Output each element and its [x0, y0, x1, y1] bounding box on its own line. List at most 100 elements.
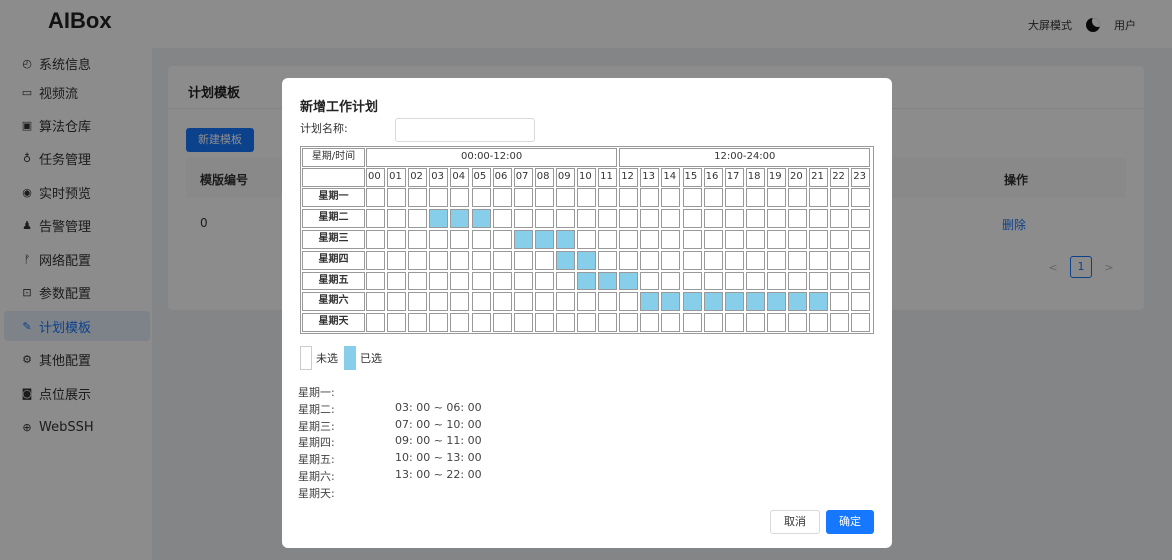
- schedule-cell[interactable]: [830, 271, 850, 291]
- schedule-cell[interactable]: [830, 292, 850, 312]
- schedule-cell[interactable]: [619, 230, 639, 249]
- schedule-cell[interactable]: [619, 292, 639, 312]
- schedule-cell[interactable]: [534, 230, 554, 249]
- schedule-cell[interactable]: [724, 230, 744, 249]
- schedule-cell[interactable]: [703, 292, 723, 312]
- schedule-cell[interactable]: [830, 209, 850, 228]
- schedule-cell[interactable]: [788, 292, 808, 312]
- schedule-cell[interactable]: [830, 313, 850, 332]
- schedule-cell[interactable]: [745, 250, 765, 270]
- schedule-cell[interactable]: [682, 188, 702, 208]
- schedule-cell[interactable]: [387, 292, 407, 312]
- schedule-cell[interactable]: [450, 250, 470, 270]
- schedule-cell[interactable]: [408, 230, 428, 249]
- schedule-cell[interactable]: [555, 230, 575, 249]
- schedule-cell[interactable]: [450, 188, 470, 208]
- schedule-cell[interactable]: [766, 188, 786, 208]
- schedule-cell[interactable]: [809, 250, 829, 270]
- schedule-cell[interactable]: [513, 230, 533, 249]
- schedule-cell[interactable]: [492, 209, 512, 228]
- schedule-cell[interactable]: [598, 250, 618, 270]
- schedule-cell[interactable]: [724, 292, 744, 312]
- schedule-cell[interactable]: [577, 271, 597, 291]
- schedule-cell[interactable]: [703, 313, 723, 332]
- schedule-cell[interactable]: [429, 188, 449, 208]
- schedule-cell[interactable]: [724, 313, 744, 332]
- schedule-cell[interactable]: [471, 313, 491, 332]
- schedule-cell[interactable]: [366, 188, 386, 208]
- schedule-cell[interactable]: [640, 271, 660, 291]
- schedule-cell[interactable]: [640, 313, 660, 332]
- schedule-cell[interactable]: [366, 313, 386, 332]
- schedule-cell[interactable]: [809, 230, 829, 249]
- schedule-cell[interactable]: [513, 313, 533, 332]
- schedule-cell[interactable]: [429, 271, 449, 291]
- schedule-cell[interactable]: [555, 250, 575, 270]
- schedule-cell[interactable]: [661, 313, 681, 332]
- schedule-cell[interactable]: [809, 271, 829, 291]
- schedule-cell[interactable]: [577, 313, 597, 332]
- schedule-cell[interactable]: [450, 230, 470, 249]
- schedule-cell[interactable]: [745, 209, 765, 228]
- schedule-cell[interactable]: [513, 209, 533, 228]
- schedule-cell[interactable]: [745, 313, 765, 332]
- cancel-button[interactable]: 取消: [770, 510, 820, 534]
- schedule-cell[interactable]: [555, 292, 575, 312]
- schedule-cell[interactable]: [788, 250, 808, 270]
- schedule-cell[interactable]: [788, 209, 808, 228]
- schedule-cell[interactable]: [534, 271, 554, 291]
- schedule-cell[interactable]: [366, 271, 386, 291]
- schedule-cell[interactable]: [408, 209, 428, 228]
- schedule-cell[interactable]: [408, 271, 428, 291]
- schedule-cell[interactable]: [598, 292, 618, 312]
- schedule-cell[interactable]: [513, 292, 533, 312]
- schedule-cell[interactable]: [408, 292, 428, 312]
- schedule-cell[interactable]: [661, 250, 681, 270]
- schedule-cell[interactable]: [640, 250, 660, 270]
- schedule-cell[interactable]: [661, 271, 681, 291]
- schedule-cell[interactable]: [851, 292, 871, 312]
- schedule-cell[interactable]: [429, 209, 449, 228]
- schedule-cell[interactable]: [598, 209, 618, 228]
- schedule-cell[interactable]: [387, 250, 407, 270]
- schedule-cell[interactable]: [408, 188, 428, 208]
- schedule-cell[interactable]: [492, 313, 512, 332]
- schedule-cell[interactable]: [851, 188, 871, 208]
- schedule-cell[interactable]: [366, 250, 386, 270]
- schedule-cell[interactable]: [429, 292, 449, 312]
- schedule-cell[interactable]: [534, 250, 554, 270]
- schedule-cell[interactable]: [513, 271, 533, 291]
- schedule-cell[interactable]: [703, 209, 723, 228]
- schedule-cell[interactable]: [851, 209, 871, 228]
- schedule-cell[interactable]: [851, 250, 871, 270]
- schedule-cell[interactable]: [745, 230, 765, 249]
- schedule-cell[interactable]: [788, 188, 808, 208]
- schedule-cell[interactable]: [851, 230, 871, 249]
- schedule-cell[interactable]: [534, 313, 554, 332]
- schedule-cell[interactable]: [830, 230, 850, 249]
- schedule-cell[interactable]: [450, 209, 470, 228]
- schedule-cell[interactable]: [830, 188, 850, 208]
- schedule-cell[interactable]: [661, 188, 681, 208]
- confirm-button[interactable]: 确定: [826, 510, 874, 534]
- schedule-cell[interactable]: [471, 250, 491, 270]
- schedule-cell[interactable]: [408, 313, 428, 332]
- schedule-cell[interactable]: [661, 230, 681, 249]
- schedule-cell[interactable]: [619, 313, 639, 332]
- schedule-cell[interactable]: [809, 209, 829, 228]
- schedule-cell[interactable]: [682, 271, 702, 291]
- schedule-cell[interactable]: [429, 250, 449, 270]
- schedule-cell[interactable]: [640, 188, 660, 208]
- schedule-cell[interactable]: [450, 271, 470, 291]
- schedule-cell[interactable]: [703, 230, 723, 249]
- schedule-cell[interactable]: [577, 209, 597, 228]
- schedule-cell[interactable]: [555, 271, 575, 291]
- schedule-cell[interactable]: [598, 230, 618, 249]
- schedule-cell[interactable]: [619, 188, 639, 208]
- schedule-cell[interactable]: [724, 209, 744, 228]
- schedule-cell[interactable]: [534, 209, 554, 228]
- schedule-cell[interactable]: [682, 313, 702, 332]
- schedule-cell[interactable]: [619, 271, 639, 291]
- schedule-cell[interactable]: [724, 188, 744, 208]
- schedule-cell[interactable]: [513, 250, 533, 270]
